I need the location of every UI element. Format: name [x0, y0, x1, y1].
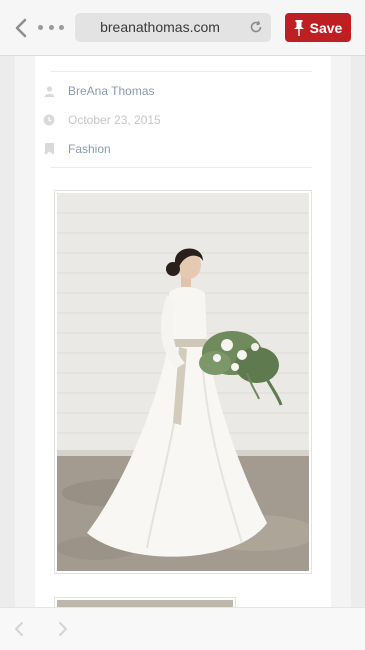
save-label: Save — [309, 19, 343, 36]
history-forward-button[interactable] — [54, 620, 72, 638]
page-content: BreAna Thomas October 23, 2015 Fashion — [15, 56, 351, 611]
wedding-dress-photo — [57, 193, 309, 571]
bookmark-icon — [43, 143, 55, 155]
category-link[interactable]: Fashion — [68, 142, 111, 156]
post-category[interactable]: Fashion — [43, 140, 111, 158]
post-author[interactable]: BreAna Thomas — [43, 82, 155, 100]
chevron-left-icon — [15, 18, 27, 38]
back-button[interactable] — [10, 15, 32, 41]
save-button[interactable]: Save — [285, 13, 351, 42]
divider — [50, 167, 312, 168]
browser-bottom-bar — [0, 607, 365, 650]
clock-icon — [43, 114, 55, 126]
post-card: BreAna Thomas October 23, 2015 Fashion — [35, 56, 331, 611]
browser-top-bar: breanathomas.com Save — [0, 0, 365, 56]
chevron-left-icon — [15, 622, 23, 636]
post-date: October 23, 2015 — [43, 111, 161, 129]
user-icon — [43, 85, 55, 97]
pin-icon — [293, 19, 304, 36]
more-dots-icon — [38, 24, 43, 30]
history-back-button[interactable] — [10, 620, 28, 638]
url-bar[interactable]: breanathomas.com — [75, 13, 271, 42]
author-name[interactable]: BreAna Thomas — [68, 84, 155, 98]
divider — [50, 71, 312, 72]
date-text: October 23, 2015 — [68, 113, 161, 127]
post-image[interactable] — [54, 190, 312, 574]
reload-icon[interactable] — [249, 20, 263, 34]
url-text: breanathomas.com — [100, 19, 220, 35]
chevron-right-icon — [59, 622, 67, 636]
bride-illustration — [57, 193, 309, 571]
browser-page: breanathomas.com Save BreAna Thomas Octo… — [0, 0, 365, 650]
more-options-button[interactable] — [38, 20, 64, 34]
